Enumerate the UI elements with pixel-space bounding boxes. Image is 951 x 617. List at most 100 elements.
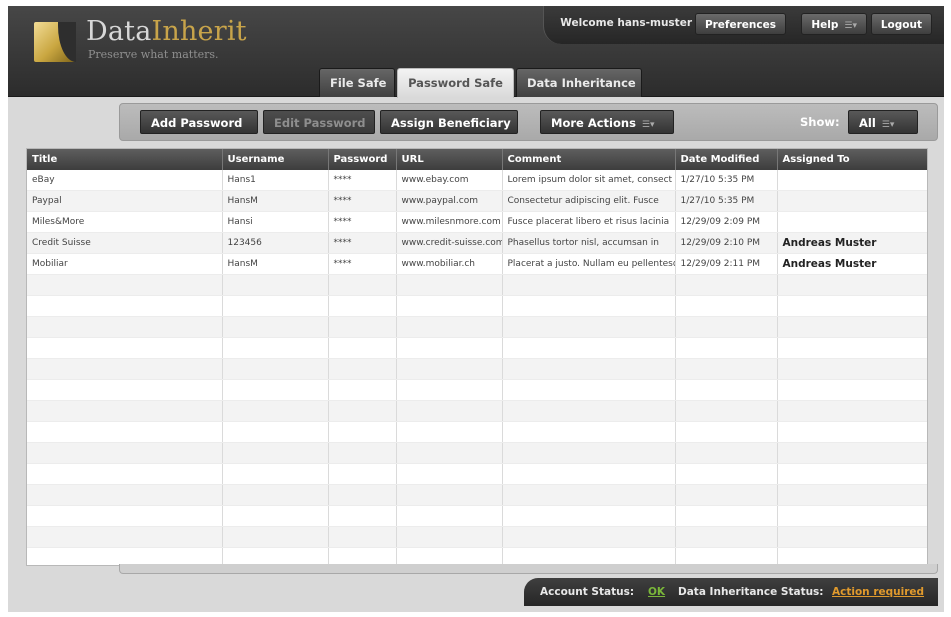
cell-comment: Lorem ipsum dolor sit amet, consect	[502, 170, 676, 191]
cell-date-modified: 12/29/09 2:09 PM	[675, 211, 778, 233]
app-window: DataInherit Preserve what matters. Welco…	[8, 6, 944, 612]
cell-username: HansM	[222, 253, 329, 275]
empty-table-row	[27, 526, 927, 548]
empty-cell	[222, 505, 329, 527]
table-row[interactable]: Miles&More Hansi **** www.milesnmore.com…	[27, 211, 927, 233]
user-bar: Welcome hans-muster Preferences Help ☰▾ L…	[543, 6, 944, 44]
column-header-date-modified[interactable]: Date Modified	[675, 149, 778, 170]
more-actions-button[interactable]: More Actions ☰▾	[540, 110, 674, 134]
empty-cell	[328, 274, 397, 296]
empty-cell	[328, 421, 397, 443]
empty-cell	[502, 526, 676, 548]
empty-cell	[777, 421, 927, 443]
cell-assigned-to: Andreas Muster	[777, 232, 927, 254]
table-row[interactable]: eBay Hans1 **** www.ebay.com Lorem ipsum…	[27, 170, 927, 191]
cell-password: ****	[328, 170, 397, 191]
empty-table-row	[27, 463, 927, 485]
empty-table-row	[27, 274, 927, 296]
table-row[interactable]: Paypal HansM **** www.paypal.com Consect…	[27, 190, 927, 212]
empty-cell	[222, 463, 329, 485]
empty-rows	[27, 274, 927, 565]
help-button[interactable]: Help ☰▾	[801, 13, 867, 35]
empty-cell	[396, 505, 503, 527]
empty-cell	[222, 316, 329, 338]
header: DataInherit Preserve what matters. Welco…	[8, 6, 944, 98]
empty-cell	[222, 274, 329, 296]
empty-cell	[396, 358, 503, 380]
cell-comment: Consectetur adipiscing elit. Fusce	[502, 190, 676, 212]
add-password-button[interactable]: Add Password	[140, 110, 258, 134]
empty-cell	[675, 295, 778, 317]
empty-cell	[328, 337, 397, 359]
empty-cell	[675, 274, 778, 296]
empty-cell	[328, 400, 397, 422]
cell-comment: Phasellus tortor nisl, accumsan in	[502, 232, 676, 254]
empty-cell	[328, 526, 397, 548]
cell-url: www.ebay.com	[396, 170, 503, 191]
cell-title: eBay	[27, 170, 223, 191]
empty-cell	[502, 274, 676, 296]
empty-cell	[777, 463, 927, 485]
empty-cell	[777, 526, 927, 548]
add-password-label: Add Password	[151, 116, 243, 130]
empty-cell	[675, 484, 778, 506]
cell-assigned-to	[777, 190, 927, 212]
cell-title: Mobiliar	[27, 253, 223, 275]
cell-url: www.milesnmore.com	[396, 211, 503, 233]
column-header-username[interactable]: Username	[222, 149, 329, 170]
account-status-label: Account Status:	[540, 586, 635, 598]
empty-cell	[27, 505, 223, 527]
column-header-password[interactable]: Password	[328, 149, 397, 170]
logout-button[interactable]: Logout	[870, 13, 932, 35]
empty-cell	[396, 316, 503, 338]
cell-date-modified: 12/29/09 2:10 PM	[675, 232, 778, 254]
empty-table-row	[27, 379, 927, 401]
empty-cell	[328, 295, 397, 317]
inheritance-status-label: Data Inheritance Status:	[678, 586, 824, 598]
empty-cell	[777, 505, 927, 527]
edit-password-button[interactable]: Edit Password	[263, 110, 375, 134]
empty-cell	[675, 421, 778, 443]
table-row[interactable]: Credit Suisse 123456 **** www.credit-sui…	[27, 232, 927, 254]
more-actions-label: More Actions	[551, 116, 636, 130]
tab-password-safe[interactable]: Password Safe	[397, 68, 514, 98]
inheritance-status-link[interactable]: Action required	[832, 586, 924, 598]
empty-cell	[777, 274, 927, 296]
column-header-comment[interactable]: Comment	[502, 149, 676, 170]
empty-cell	[502, 316, 676, 338]
cell-assigned-to	[777, 211, 927, 233]
empty-table-row	[27, 484, 927, 506]
empty-cell	[396, 463, 503, 485]
empty-cell	[777, 358, 927, 380]
empty-cell	[328, 358, 397, 380]
column-header-assigned-to[interactable]: Assigned To	[777, 149, 927, 170]
tab-label: Data Inheritance	[527, 76, 636, 90]
assign-beneficiary-label: Assign Beneficiary	[391, 116, 511, 130]
column-header-url[interactable]: URL	[396, 149, 503, 170]
table-bottom-rail	[119, 564, 938, 574]
show-filter-label: Show:	[800, 115, 840, 129]
empty-cell	[675, 463, 778, 485]
edit-password-label: Edit Password	[274, 116, 366, 130]
empty-cell	[27, 484, 223, 506]
column-header-title[interactable]: Title	[27, 149, 223, 170]
empty-cell	[675, 442, 778, 464]
tab-file-safe[interactable]: File Safe	[319, 68, 395, 97]
assign-beneficiary-button[interactable]: Assign Beneficiary	[380, 110, 518, 134]
cell-comment: Fusce placerat libero et risus lacinia	[502, 211, 676, 233]
cell-url: www.mobiliar.ch	[396, 253, 503, 275]
empty-table-row	[27, 295, 927, 317]
empty-cell	[502, 358, 676, 380]
empty-cell	[502, 442, 676, 464]
cell-password: ****	[328, 211, 397, 233]
cell-username: HansM	[222, 190, 329, 212]
empty-cell	[396, 295, 503, 317]
preferences-button[interactable]: Preferences	[694, 13, 786, 35]
preferences-label: Preferences	[704, 19, 776, 31]
empty-cell	[396, 526, 503, 548]
show-filter-select[interactable]: All ☰▾	[848, 110, 918, 134]
cell-password: ****	[328, 253, 397, 275]
tab-data-inheritance[interactable]: Data Inheritance	[516, 68, 642, 97]
account-status-link[interactable]: OK	[648, 586, 665, 598]
table-row[interactable]: Mobiliar HansM **** www.mobiliar.ch Plac…	[27, 253, 927, 275]
